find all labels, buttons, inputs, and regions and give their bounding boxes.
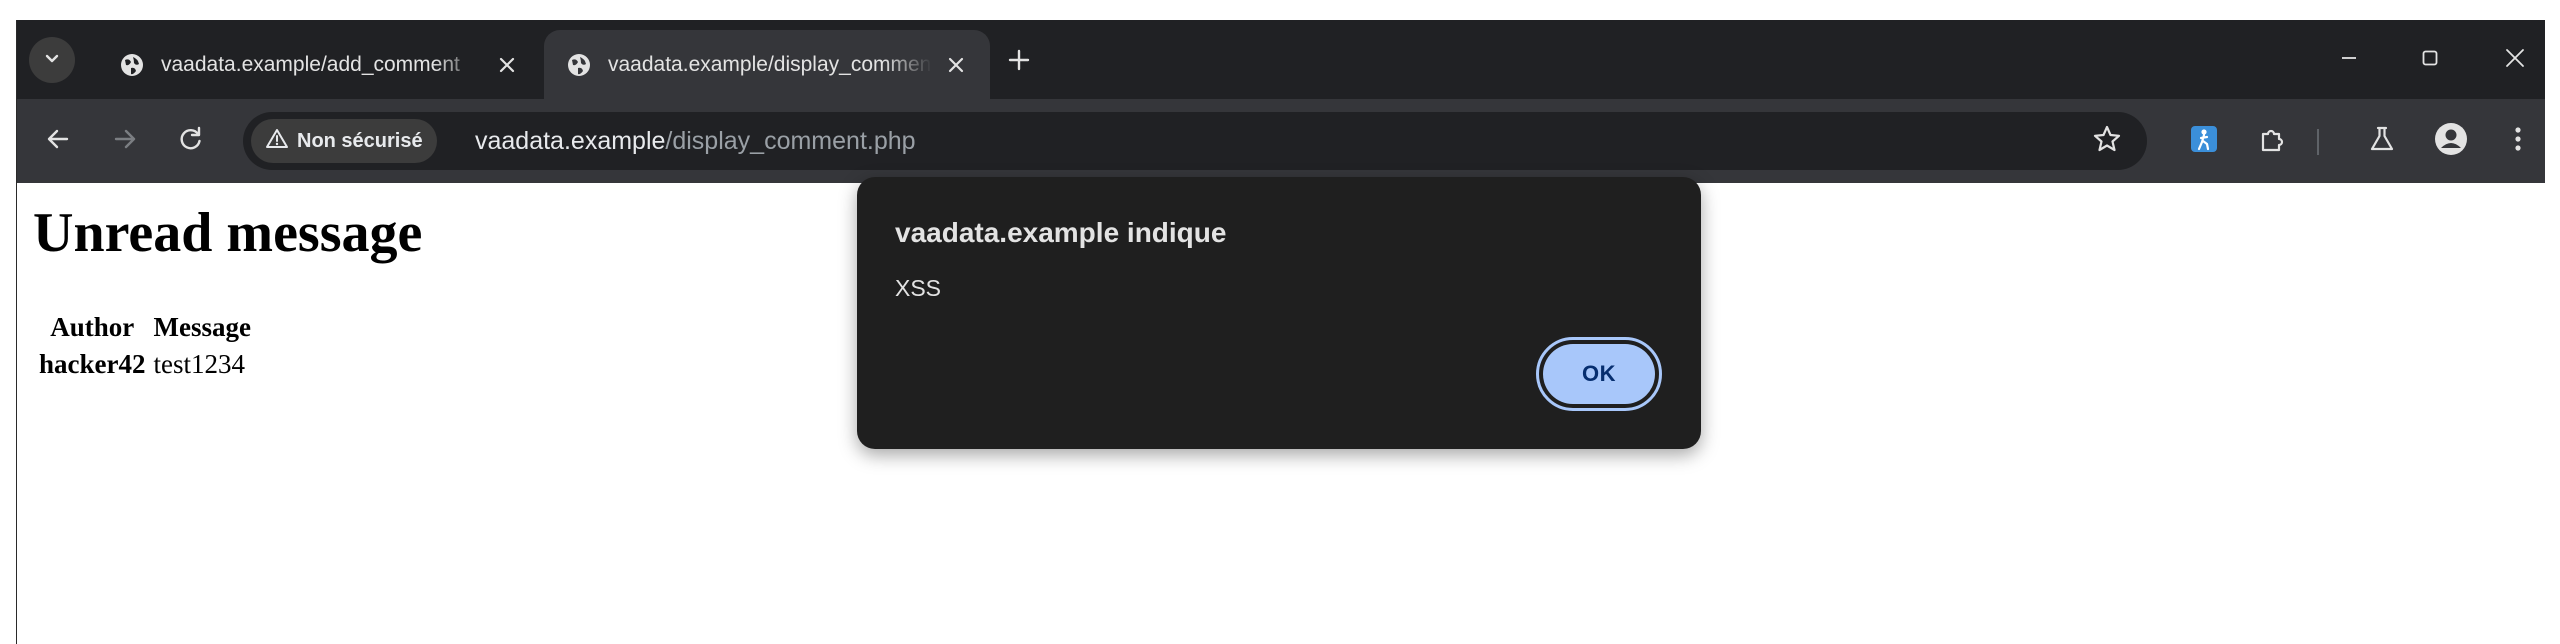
tab-display-comment[interactable]: vaadata.example/display_comment.php <box>544 30 990 99</box>
globe-icon <box>117 50 147 80</box>
message-cell: test1234 <box>153 349 245 379</box>
bookmark-button[interactable] <box>2089 123 2125 159</box>
globe-icon <box>564 50 594 80</box>
back-button[interactable] <box>34 117 82 165</box>
arrow-left-icon <box>44 125 72 158</box>
close-icon <box>2504 47 2526 74</box>
plus-icon <box>1007 48 1031 77</box>
close-window-button[interactable] <box>2485 34 2545 86</box>
browser-toolbar: Non sécurisé vaadata.example/display_com… <box>17 99 2545 183</box>
maximize-icon <box>2420 48 2440 73</box>
url-host: vaadata.example <box>475 126 666 155</box>
arrow-right-icon <box>111 125 139 158</box>
tab-title: vaadata.example/display_comment.php <box>608 52 932 76</box>
flask-icon <box>2367 124 2397 159</box>
labs-button[interactable] <box>2358 117 2406 165</box>
avatar-icon <box>2434 122 2468 161</box>
reload-icon <box>177 125 205 158</box>
security-label: Non sécurisé <box>297 129 423 152</box>
tab-strip: vaadata.example/add_comment vaadata.exam… <box>17 20 2545 99</box>
tab-title: vaadata.example/add_comment <box>161 52 460 76</box>
column-header-author: Author <box>50 312 135 342</box>
forward-button[interactable] <box>101 117 149 165</box>
minimize-button[interactable] <box>2319 34 2379 86</box>
close-tab-icon[interactable] <box>940 49 972 81</box>
star-icon <box>2092 124 2122 159</box>
more-vert-icon <box>2513 124 2523 159</box>
new-tab-button[interactable] <box>999 42 1039 82</box>
url-path: /display_comment.php <box>665 126 916 155</box>
warning-icon <box>265 127 289 156</box>
table-row: hacker42 test1234 <box>37 348 253 381</box>
extensions-menu-button[interactable] <box>2249 117 2297 165</box>
minimize-icon <box>2339 48 2359 73</box>
url-text[interactable]: vaadata.example/display_comment.php <box>475 112 916 170</box>
accessibility-extension-icon <box>2189 124 2219 159</box>
address-bar[interactable]: Non sécurisé vaadata.example/display_com… <box>243 112 2147 170</box>
maximize-button[interactable] <box>2400 34 2460 86</box>
page-title: Unread message <box>33 202 423 264</box>
chevron-down-icon <box>42 48 62 73</box>
reload-button[interactable] <box>167 117 215 165</box>
close-tab-icon[interactable] <box>491 49 523 81</box>
dialog-title: vaadata.example indique <box>895 217 1227 248</box>
puzzle-icon <box>2258 124 2288 159</box>
extension-button[interactable] <box>2180 117 2228 165</box>
table-header-row: Author Message <box>37 311 253 344</box>
ok-button[interactable]: OK <box>1536 337 1662 411</box>
author-cell: hacker42 <box>39 349 146 379</box>
menu-button[interactable] <box>2494 117 2542 165</box>
screen: vaadata.example/add_comment vaadata.exam… <box>0 0 2560 644</box>
ok-button-label: OK <box>1543 344 1655 404</box>
tab-add-comment[interactable]: vaadata.example/add_comment <box>97 30 541 99</box>
alert-dialog: vaadata.example indique XSS OK <box>857 177 1701 449</box>
toolbar-separator <box>2317 129 2319 155</box>
tab-search-button[interactable] <box>29 37 75 83</box>
profile-button[interactable] <box>2427 117 2475 165</box>
messages-table: Author Message hacker42 test1234 <box>33 307 257 385</box>
security-chip[interactable]: Non sécurisé <box>251 119 437 163</box>
dialog-message: XSS <box>895 275 942 301</box>
column-header-message: Message <box>153 312 251 342</box>
